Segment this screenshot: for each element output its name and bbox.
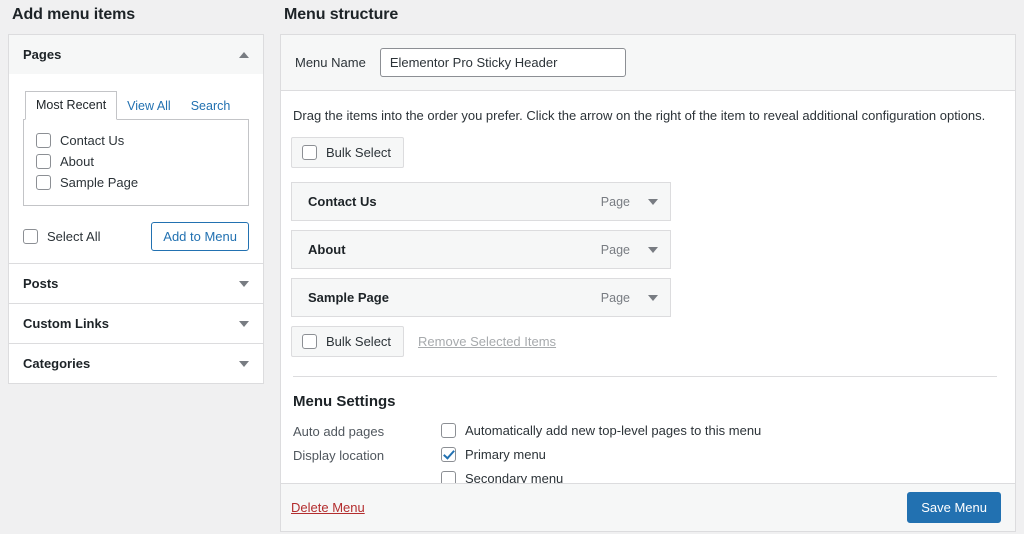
- table-row[interactable]: Sample Page Page: [291, 278, 671, 317]
- menu-item-type-sample-page: Page: [600, 290, 630, 305]
- chevron-down-icon[interactable]: [648, 246, 658, 253]
- chevron-down-icon[interactable]: [648, 198, 658, 205]
- page-checkbox-about[interactable]: [36, 154, 51, 169]
- list-item[interactable]: About: [36, 151, 236, 172]
- menu-item-title-sample-page: Sample Page: [308, 290, 389, 305]
- menu-item-meta: Page: [601, 195, 658, 209]
- setting-label-display-location: Display location: [293, 448, 385, 463]
- accordion-header-custom-links[interactable]: Custom Links: [9, 304, 263, 343]
- add-menu-items-title: Add menu items: [12, 6, 136, 23]
- menu-item-title-about: About: [308, 242, 346, 257]
- accordion-header-posts[interactable]: Posts: [9, 264, 263, 303]
- accordion-section-custom-links: Custom Links: [9, 304, 263, 344]
- bulk-select-checkbox-bottom[interactable]: [302, 334, 317, 349]
- menu-settings-title: Menu Settings: [293, 393, 396, 410]
- menu-item-type-about: Page: [600, 242, 630, 257]
- bulk-actions-row: Bulk Select Remove Selected Items: [291, 326, 1001, 357]
- table-row[interactable]: About Page: [291, 230, 671, 269]
- primary-menu-label: Primary menu: [465, 447, 546, 462]
- accordion-label-posts: Posts: [23, 276, 59, 291]
- delete-menu-link[interactable]: Delete Menu: [291, 500, 365, 515]
- list-item[interactable]: Contact Us: [36, 130, 236, 151]
- page-label-about: About: [60, 154, 94, 169]
- add-items-accordion: Pages Most Recent View All Search Contac…: [8, 34, 264, 384]
- page-title: Menu structure: [284, 6, 399, 23]
- tab-most-recent[interactable]: Most Recent: [25, 91, 118, 120]
- menu-editor-page: Add menu items Pages Most Recent View Al…: [0, 0, 1024, 534]
- menu-structure-body: Drag the items into the order you prefer…: [281, 91, 1015, 491]
- select-all-label: Select All: [47, 229, 101, 244]
- accordion-section-pages: Pages Most Recent View All Search Contac…: [9, 35, 263, 264]
- select-all-checkbox[interactable]: [23, 229, 38, 244]
- save-menu-button[interactable]: Save Menu: [907, 492, 1001, 523]
- bulk-select-top[interactable]: Bulk Select: [291, 137, 405, 168]
- chevron-down-icon[interactable]: [648, 294, 658, 301]
- chevron-down-icon[interactable]: [239, 280, 249, 287]
- bulk-select-label-top: Bulk Select: [326, 145, 392, 160]
- menu-item-meta: Page: [601, 291, 658, 305]
- add-menu-items-column: Add menu items Pages Most Recent View Al…: [8, 0, 264, 534]
- setting-options-auto-add: Automatically add new top-level pages to…: [441, 423, 761, 438]
- bulk-select-label-bottom: Bulk Select: [326, 334, 392, 349]
- pages-tablist: Most Recent View All Search: [23, 90, 249, 120]
- menu-item-meta: Page: [601, 243, 658, 257]
- location-option-primary[interactable]: Primary menu: [441, 447, 563, 462]
- add-to-menu-button[interactable]: Add to Menu: [151, 222, 249, 251]
- menu-structure-panel: Menu Name Drag the items into the order …: [280, 34, 1016, 532]
- tab-search[interactable]: Search: [181, 93, 241, 120]
- auto-add-option[interactable]: Automatically add new top-level pages to…: [441, 423, 761, 438]
- tab-view-all[interactable]: View All: [117, 93, 181, 120]
- menu-name-input[interactable]: [379, 48, 626, 77]
- drag-hint-text: Drag the items into the order you prefer…: [293, 108, 986, 123]
- primary-menu-checkbox[interactable]: [441, 447, 456, 462]
- menu-item-title-contact-us: Contact Us: [308, 194, 377, 209]
- page-checkbox-contact-us[interactable]: [36, 133, 51, 148]
- menu-name-row: Menu Name: [281, 35, 1015, 91]
- pages-checkbox-list: Contact Us About Sample Page: [23, 119, 249, 206]
- accordion-section-categories: Categories: [9, 344, 263, 383]
- accordion-label-pages: Pages: [23, 47, 62, 62]
- auto-add-option-label: Automatically add new top-level pages to…: [465, 423, 762, 438]
- accordion-body-pages: Most Recent View All Search Contact Us A…: [9, 74, 263, 263]
- table-row[interactable]: Contact Us Page: [291, 182, 671, 221]
- page-checkbox-sample-page[interactable]: [36, 175, 51, 190]
- chevron-down-icon[interactable]: [239, 320, 249, 327]
- panel-footer: Delete Menu Save Menu: [281, 483, 1015, 531]
- bulk-select-bottom[interactable]: Bulk Select: [291, 326, 405, 357]
- select-all-control[interactable]: Select All: [23, 229, 100, 244]
- pages-actions-row: Select All Add to Menu: [23, 206, 249, 251]
- accordion-label-custom-links: Custom Links: [23, 316, 109, 331]
- menu-name-label: Menu Name: [295, 55, 366, 70]
- setting-options-display-location: Primary menu Secondary menu: [441, 447, 563, 486]
- menu-structure-column: Menu structure Menu Name Drag the items …: [280, 0, 1016, 534]
- menu-item-type-contact-us: Page: [600, 194, 630, 209]
- setting-label-auto-add: Auto add pages: [293, 424, 385, 439]
- page-label-sample-page: Sample Page: [60, 175, 139, 190]
- bulk-select-checkbox-top[interactable]: [302, 145, 317, 160]
- menu-items-list: Contact Us Page About Page Sample Page P…: [291, 182, 1001, 317]
- accordion-label-categories: Categories: [23, 356, 91, 371]
- setting-auto-add-pages: Auto add pages Automatically add new top…: [291, 420, 1001, 444]
- accordion-header-categories[interactable]: Categories: [9, 344, 263, 383]
- chevron-up-icon[interactable]: [239, 51, 249, 58]
- accordion-header-pages[interactable]: Pages: [9, 35, 263, 74]
- accordion-section-posts: Posts: [9, 264, 263, 304]
- auto-add-checkbox[interactable]: [441, 423, 456, 438]
- page-label-contact-us: Contact Us: [60, 133, 125, 148]
- remove-selected-items-link[interactable]: Remove Selected Items: [418, 334, 556, 349]
- chevron-down-icon[interactable]: [239, 360, 249, 367]
- list-item[interactable]: Sample Page: [36, 172, 236, 193]
